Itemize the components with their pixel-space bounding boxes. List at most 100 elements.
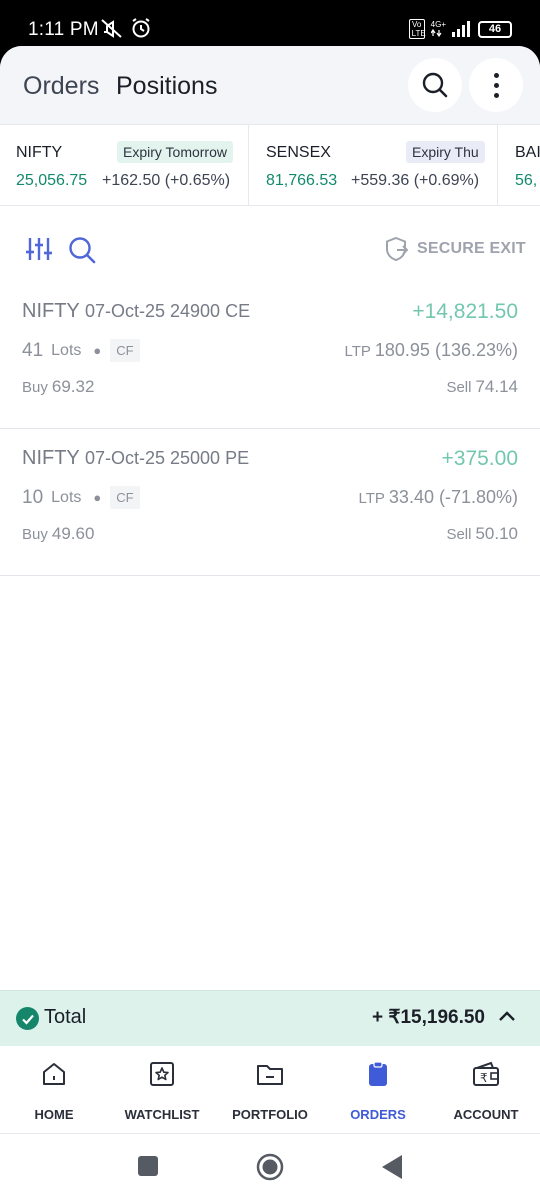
back-button[interactable] (381, 1154, 403, 1185)
search-icon (422, 72, 448, 98)
filter-button[interactable] (26, 236, 52, 267)
nav-label: ACCOUNT (453, 1107, 519, 1122)
position-pnl: +375.00 (441, 447, 519, 470)
ticker-nifty[interactable]: NIFTY Expiry Tomorrow 25,056.75 +162.50 … (0, 125, 249, 205)
sell-price: 50.10 (475, 524, 518, 543)
position-contract: 07-Oct-25 25000 PE (84, 448, 250, 468)
shield-exit-icon (386, 236, 408, 262)
ticker-name: NIFTY (16, 144, 63, 161)
total-pnl-bar[interactable]: Total + ₹15,196.50 (0, 990, 540, 1046)
tab-positions[interactable]: Positions (116, 72, 217, 101)
sell-label: Sell (446, 526, 472, 543)
ticker-change: +559.36 (+0.69%) (351, 172, 480, 189)
carry-forward-badge: CF (110, 486, 140, 509)
volte-icon: Vo LTE (408, 19, 426, 39)
back-triangle-icon (382, 1155, 402, 1179)
square-icon (138, 1156, 158, 1176)
lots-label: Lots (51, 341, 82, 359)
home-icon (43, 1063, 65, 1085)
svg-text:₹: ₹ (480, 1071, 488, 1085)
position-search-button[interactable] (68, 236, 96, 269)
position-lots: 10 Lots ● CF (22, 486, 140, 509)
ticker-sensex[interactable]: SENSEX Expiry Thu 81,766.53 +559.36 (+0.… (249, 125, 498, 205)
ltp-label: LTP (358, 490, 385, 507)
ticker-bank[interactable]: BAI 56, (498, 125, 540, 205)
ticker-name: SENSEX (266, 144, 331, 161)
positions-toolbar: SECURE EXIT (0, 206, 540, 286)
chevron-up-icon[interactable] (498, 1009, 516, 1027)
expiry-badge: Expiry Tomorrow (117, 141, 233, 163)
nav-label: HOME (34, 1107, 74, 1122)
position-row[interactable]: NIFTY 07-Oct-25 25000 PE +375.00 10 Lots… (0, 429, 540, 576)
total-value: + ₹15,196.50 (372, 1007, 485, 1028)
position-contract: 07-Oct-25 24900 CE (84, 301, 251, 321)
tab-orders[interactable]: Orders (23, 72, 99, 101)
folder-icon (257, 1065, 283, 1085)
position-ltp: LTP 180.95 (136.23%) (344, 340, 518, 361)
lots-count: 10 (22, 486, 44, 508)
expiry-badge: Expiry Thu (406, 141, 485, 163)
sell-label: Sell (446, 379, 472, 396)
position-row[interactable]: NIFTY 07-Oct-25 24900 CE +14,821.50 41 L… (0, 282, 540, 429)
buy-price: 69.32 (51, 377, 95, 396)
check-circle-icon (16, 1007, 39, 1030)
ltp-value: 180.95 (136.23%) (374, 340, 518, 360)
data-arrows-icon (430, 29, 442, 37)
separator-dot: ● (93, 490, 102, 505)
filter-sliders-icon (26, 238, 52, 260)
system-nav-bar (0, 1134, 540, 1199)
position-symbol: NIFTY (22, 300, 80, 322)
position-title: NIFTY 07-Oct-25 24900 CE (22, 300, 250, 323)
total-label: Total (44, 1006, 87, 1028)
wallet-icon: ₹ (473, 1061, 499, 1086)
nav-label: WATCHLIST (124, 1107, 200, 1122)
position-ltp: LTP 33.40 (-71.80%) (359, 487, 518, 508)
ticker-change: +162.50 (+0.65%) (102, 172, 231, 189)
nav-label: ORDERS (350, 1107, 406, 1122)
position-buy: Buy 49.60 (22, 524, 94, 544)
nav-home[interactable]: HOME (0, 1046, 108, 1134)
position-symbol: NIFTY (22, 447, 80, 469)
signal-icon (452, 21, 470, 37)
more-options-button[interactable] (469, 58, 523, 112)
ticker-name: BAI (515, 144, 540, 161)
nav-watchlist[interactable]: WATCHLIST (108, 1046, 216, 1134)
nav-label: PORTFOLIO (232, 1107, 308, 1122)
sell-price: 74.14 (475, 377, 518, 396)
buy-label: Buy (22, 526, 48, 543)
recents-button[interactable] (137, 1155, 159, 1182)
search-icon (69, 237, 96, 264)
position-sell: Sell 50.10 (446, 524, 518, 544)
circle-home-icon (256, 1153, 284, 1181)
nav-account[interactable]: ₹ ACCOUNT (432, 1046, 540, 1134)
ticker-price: 81,766.53 (266, 172, 338, 189)
position-pnl: +14,821.50 (412, 300, 518, 323)
header: Orders Positions (0, 46, 540, 124)
index-ticker[interactable]: NIFTY Expiry Tomorrow 25,056.75 +162.50 … (0, 124, 540, 206)
buy-label: Buy (22, 379, 48, 396)
alarm-icon (132, 18, 150, 38)
nav-portfolio[interactable]: PORTFOLIO (216, 1046, 324, 1134)
ticker-price: 25,056.75 (16, 172, 88, 189)
mute-icon (101, 19, 122, 38)
clipboard-icon (369, 1061, 387, 1086)
ltp-value: 33.40 (-71.80%) (388, 487, 518, 507)
network-type: 4G+ (430, 20, 446, 29)
bottom-nav: HOME WATCHLIST PORTFOLIO ORDERS ₹ ACCOUN… (0, 1046, 540, 1134)
ticker-price: 56, (515, 172, 538, 189)
position-lots: 41 Lots ● CF (22, 339, 140, 362)
position-buy: Buy 69.32 (22, 377, 94, 397)
ltp-label: LTP (344, 343, 371, 360)
lots-count: 41 (22, 339, 44, 361)
app-screen: Orders Positions NIFTY Expiry Tomorrow 2… (0, 46, 540, 1199)
carry-forward-badge: CF (110, 339, 140, 362)
lots-label: Lots (51, 488, 82, 506)
buy-price: 49.60 (51, 524, 95, 543)
more-vert-icon (493, 72, 499, 98)
home-nav-button[interactable] (256, 1153, 284, 1186)
secure-exit-button[interactable]: SECURE EXIT (384, 236, 526, 262)
nav-orders[interactable]: ORDERS (324, 1046, 432, 1134)
search-button[interactable] (408, 58, 462, 112)
star-icon (150, 1062, 174, 1086)
separator-dot: ● (93, 343, 102, 358)
